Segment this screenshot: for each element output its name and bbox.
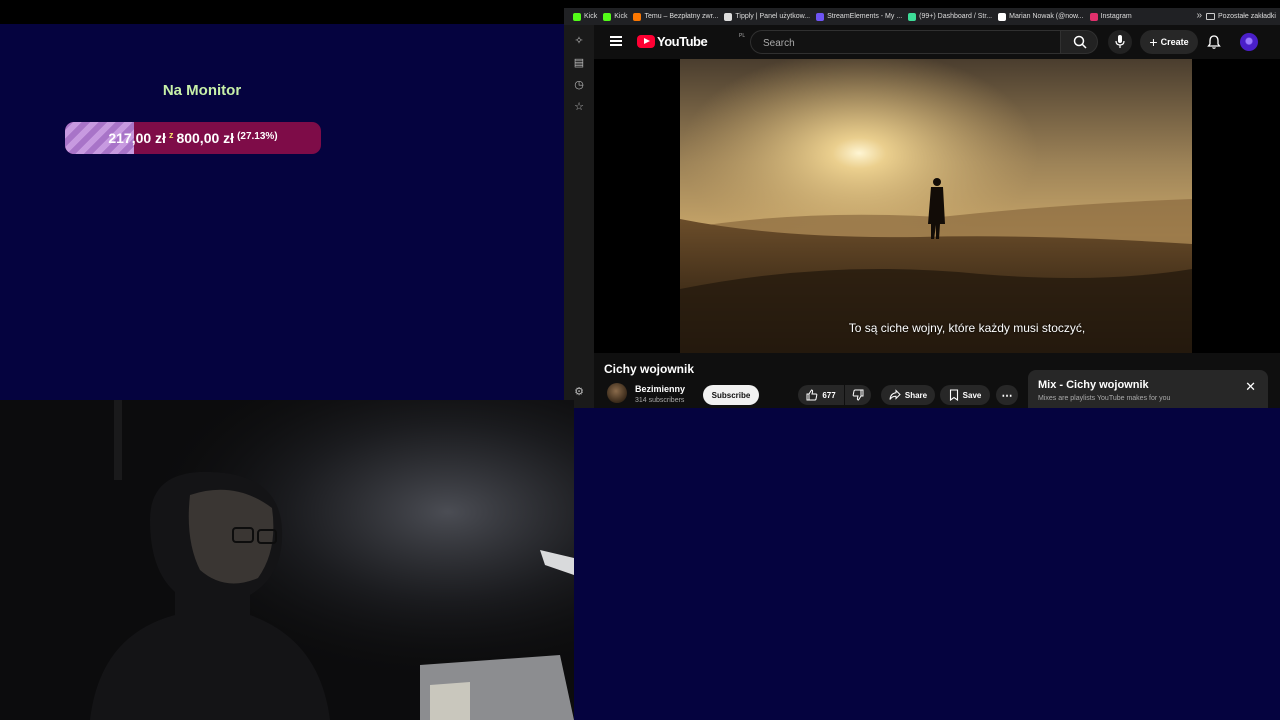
browser-window: Kick Kick Temu – Bezpłatny zwr... Tipply | … — [564, 8, 1280, 408]
bookmark-item[interactable]: Kick — [600, 12, 630, 21]
bookmark-label: (99+) Dashboard / Str... — [919, 13, 993, 20]
bookmark-favicon-icon — [724, 12, 733, 21]
bookmark-item[interactable]: Kick — [570, 12, 600, 21]
like-button[interactable]: 677 — [798, 385, 844, 405]
goal-text: 217,00 zł z 800,00 zł (27.13%) — [65, 122, 321, 154]
goal-progress-bar: 217,00 zł z 800,00 zł (27.13%) — [65, 122, 321, 154]
bookmark-item[interactable]: (99+) Dashboard / Str... — [905, 12, 995, 21]
goal-title: Na Monitor — [162, 82, 242, 99]
save-label: Save — [962, 390, 982, 400]
search-input[interactable] — [761, 35, 1055, 51]
bookmark-favicon-icon — [998, 12, 1007, 21]
microphone-icon — [1115, 35, 1125, 48]
bookmark-favicon-icon — [908, 12, 917, 21]
bookmark-label: Marian Nowak (@now... — [1009, 13, 1084, 20]
bookmark-favicon-icon — [633, 12, 642, 21]
sparkle-icon[interactable]: ✧ — [573, 35, 585, 47]
bookmark-item[interactable]: Marian Nowak (@now... — [995, 12, 1086, 21]
youtube-logo-text: YouTube — [657, 34, 708, 49]
user-avatar[interactable] — [1240, 33, 1258, 51]
like-count: 677 — [822, 390, 836, 400]
close-icon[interactable]: ✕ — [1245, 380, 1256, 393]
dislike-button[interactable] — [845, 385, 871, 405]
bookmark-other-label: Pozostałe zakładki — [1218, 13, 1276, 20]
create-button[interactable]: + Create — [1140, 30, 1198, 54]
star-icon[interactable]: ☆ — [573, 101, 585, 113]
bookmark-icon — [949, 389, 958, 401]
subscribe-button[interactable]: Subscribe — [703, 385, 759, 405]
youtube-play-icon — [637, 35, 655, 48]
thumbs-down-icon — [852, 389, 864, 401]
bookmark-favicon-icon — [1089, 12, 1098, 21]
bookmarks-overflow-icon[interactable]: » — [1196, 10, 1202, 21]
video-subtitle: To są ciche wojny, które każdy musi stoc… — [848, 321, 1086, 335]
browser-sidebar: ✧ ▤ ◷ ☆ ⚙ — [564, 25, 594, 408]
youtube-country-code: PL — [739, 33, 746, 39]
voice-search-button[interactable] — [1108, 30, 1132, 54]
youtube-header: YouTube PL + Create — [594, 25, 1280, 59]
bookmark-item[interactable]: Instagram — [1087, 12, 1135, 21]
folder-icon — [1206, 13, 1216, 20]
webcam-feed — [0, 400, 574, 720]
goal-percent: (27.13%) — [237, 130, 278, 142]
bookmark-favicon-icon — [603, 12, 612, 21]
bookmark-item[interactable]: Temu – Bezpłatny zwr... — [630, 12, 721, 21]
save-button[interactable]: Save — [940, 385, 990, 405]
create-label: Create — [1160, 37, 1189, 47]
settings-gear-icon[interactable]: ⚙ — [573, 386, 585, 398]
goal-target: 800,00 zł — [176, 130, 235, 146]
goal-current: 217,00 zł — [108, 130, 166, 146]
share-button[interactable]: Share — [881, 385, 935, 405]
hamburger-menu-icon[interactable] — [610, 36, 622, 46]
video-player[interactable]: To są ciche wojny, które każdy musi stoc… — [594, 59, 1280, 353]
bookmark-label: Temu – Bezpłatny zwr... — [644, 13, 719, 20]
notifications-bell-icon[interactable] — [1206, 34, 1222, 50]
bookmark-label: Kick — [614, 13, 628, 20]
search-button[interactable] — [1060, 30, 1098, 54]
bookmark-item[interactable]: StreamElements - My ... — [813, 12, 905, 21]
bookmark-favicon-icon — [816, 12, 825, 21]
bookmark-item[interactable]: Tipply | Panel użytkow... — [721, 12, 813, 21]
share-arrow-icon — [889, 389, 901, 400]
bookmarks-bar: Kick Kick Temu – Bezpłatny zwr... Tipply | … — [564, 8, 1280, 25]
document-icon[interactable]: ▤ — [573, 57, 585, 69]
goal-of: z — [168, 130, 174, 140]
channel-subscriber-count: 314 subscribers — [635, 397, 685, 404]
plus-icon: + — [1149, 34, 1158, 50]
search-icon — [1073, 35, 1087, 49]
mix-playlist-panel[interactable]: Mix - Cichy wojownik Mixes are playlists… — [1028, 370, 1268, 408]
bookmark-favicon-icon — [573, 12, 581, 21]
mix-title: Mix - Cichy wojownik — [1038, 379, 1149, 391]
video-title: Cichy wojownik — [604, 362, 695, 376]
bookmark-label: Instagram — [1100, 13, 1132, 20]
mix-subtitle: Mixes are playlists YouTube makes for yo… — [1038, 395, 1171, 402]
thumbs-up-icon — [806, 389, 818, 401]
search-box — [750, 30, 1060, 54]
channel-avatar[interactable] — [607, 383, 627, 403]
history-icon[interactable]: ◷ — [573, 79, 585, 91]
bookmark-other-folder[interactable]: Pozostałe zakładki — [1206, 8, 1276, 25]
video-frame — [680, 59, 1192, 353]
more-actions-button[interactable]: ⋯ — [996, 385, 1018, 405]
bookmark-label: StreamElements - My ... — [827, 13, 903, 20]
channel-name[interactable]: Bezimienny — [635, 384, 685, 394]
youtube-logo[interactable]: YouTube PL — [637, 33, 745, 49]
bookmark-label: Kick — [584, 13, 598, 20]
bookmark-label: Tipply | Panel użytkow... — [735, 13, 811, 20]
share-label: Share — [904, 390, 928, 400]
